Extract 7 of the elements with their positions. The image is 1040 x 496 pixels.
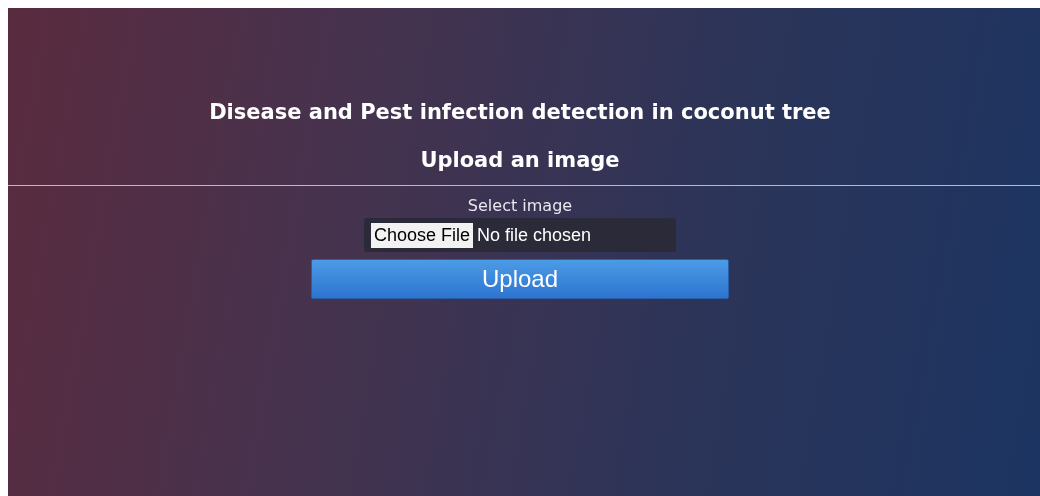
field-label: Select image — [467, 196, 573, 215]
file-status: No file chosen — [477, 224, 592, 246]
choose-file-button[interactable]: Choose File — [371, 222, 474, 248]
page-subtitle: Upload an image — [420, 148, 620, 172]
file-input[interactable]: Choose File No file chosen — [364, 218, 676, 252]
upload-button[interactable]: Upload — [311, 259, 729, 299]
page-title: Disease and Pest infection detection in coconut tree — [209, 100, 831, 124]
